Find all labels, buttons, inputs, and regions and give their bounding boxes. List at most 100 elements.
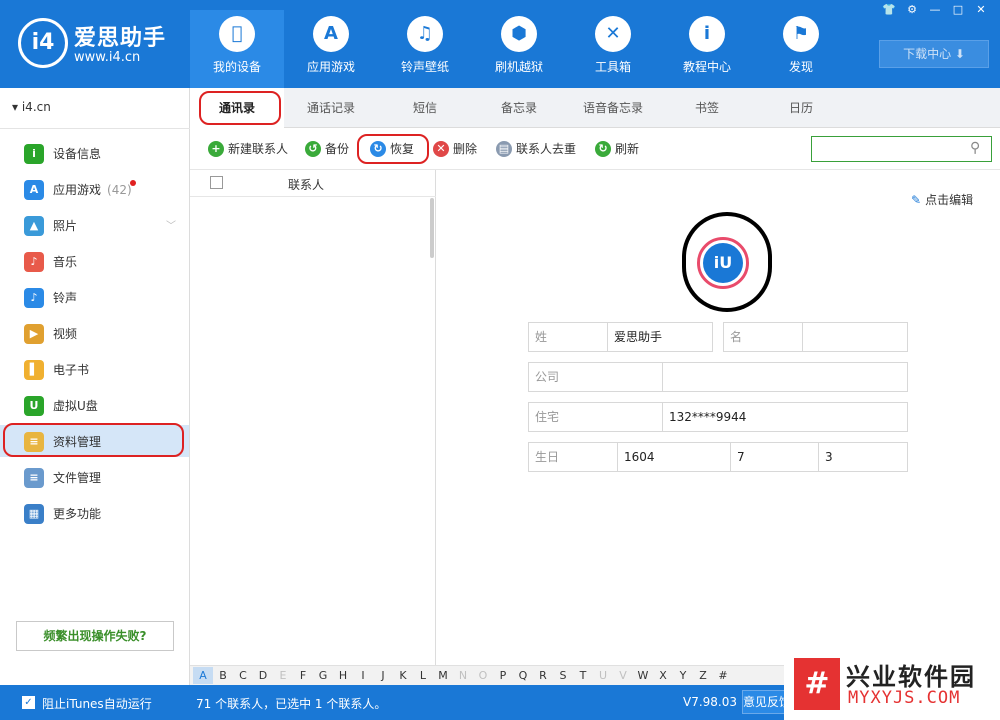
alpha-index-letter[interactable]: K bbox=[393, 669, 413, 682]
ebook-icon: ▌ bbox=[24, 360, 44, 380]
alpha-index-letter[interactable]: Q bbox=[513, 669, 533, 682]
nav-flash-jailbreak[interactable]: ⬢ 刷机越狱 bbox=[472, 10, 566, 88]
maximize-icon[interactable]: □ bbox=[948, 2, 968, 18]
sidebar-item-label: 更多功能 bbox=[53, 507, 102, 521]
nav-ringtone-wallpaper[interactable]: ♫ 铃声壁纸 bbox=[378, 10, 472, 88]
contact-list: 联系人 bbox=[190, 170, 436, 665]
tab-5[interactable]: 书签 bbox=[660, 88, 754, 128]
alpha-index-letter[interactable]: R bbox=[533, 669, 553, 682]
sidebar-item-usb[interactable]: U 虚拟U盘 bbox=[0, 389, 189, 421]
chevron-down-icon[interactable]: ﹀ bbox=[166, 217, 176, 232]
sidebar-item-video[interactable]: ▶ 视频 bbox=[0, 317, 189, 349]
tab-2[interactable]: 短信 bbox=[378, 88, 472, 128]
apps-icon: A bbox=[24, 180, 44, 200]
alpha-index-letter[interactable]: G bbox=[313, 669, 333, 682]
last-name-value: 爱思助手 bbox=[614, 330, 663, 344]
alpha-index-letter[interactable]: Z bbox=[693, 669, 713, 682]
sidebar-item-label: 电子书 bbox=[53, 363, 90, 377]
sidebar-item-music[interactable]: ♪ 音乐 bbox=[0, 245, 189, 277]
flash-jailbreak-icon: ⬢ bbox=[501, 16, 537, 52]
alpha-index-letter[interactable]: P bbox=[493, 669, 513, 682]
itunes-block-checkbox[interactable]: ✓ bbox=[22, 696, 35, 709]
alpha-index-letter[interactable]: S bbox=[553, 669, 573, 682]
sidebar-item-file-manage[interactable]: ≡ 文件管理 bbox=[0, 461, 189, 493]
alpha-index-letter[interactable]: T bbox=[573, 669, 593, 682]
alpha-index-letter[interactable]: L bbox=[413, 669, 433, 682]
toolbar-label: 刷新 bbox=[615, 142, 640, 156]
search-input[interactable]: ⚲ bbox=[811, 136, 992, 162]
sidebar-item-apps[interactable]: A 应用游戏 (42) bbox=[0, 173, 189, 205]
usb-icon: U bbox=[24, 396, 44, 416]
sidebar-item-label: 设备信息 bbox=[53, 147, 102, 161]
contact-detail: ✎ 点击编辑 iU 姓 爱思助手 名 公司 住宅 132****9944 生日 1… bbox=[437, 170, 1000, 665]
alpha-index-letter[interactable]: # bbox=[713, 669, 733, 682]
sidebar-item-photos[interactable]: ▲ 照片 ﹀ bbox=[0, 209, 189, 241]
highlight-ring-sidebar bbox=[3, 423, 184, 457]
device-selector[interactable]: ▾ i4.cn bbox=[12, 100, 51, 114]
toolbar: ⚲ + 新建联系人 ↺ 备份 ↻ 恢复 ✕ 删除 ▤ 联系人去重 ↻ 刷新 bbox=[190, 128, 1000, 170]
nav-discover[interactable]: ⚑ 发现 bbox=[754, 10, 848, 88]
alpha-index-letter[interactable]: C bbox=[233, 669, 253, 682]
refresh-button[interactable]: ↻ 刷新 bbox=[595, 140, 639, 158]
app-store-icon: A bbox=[313, 16, 349, 52]
alpha-index-letter[interactable]: A bbox=[193, 667, 213, 684]
alpha-index-letter[interactable]: H bbox=[333, 669, 353, 682]
sidebar-item-device-info[interactable]: i 设备信息 bbox=[0, 137, 189, 169]
ringtone-wallpaper-icon: ♫ bbox=[407, 16, 443, 52]
company-field[interactable]: 公司 bbox=[528, 362, 908, 392]
nav-app-store[interactable]: A 应用游戏 bbox=[284, 10, 378, 88]
list-scrollbar[interactable] bbox=[430, 198, 434, 258]
nav-toolbox[interactable]: ✕ 工具箱 bbox=[566, 10, 660, 88]
edit-button[interactable]: ✎ 点击编辑 bbox=[911, 191, 973, 208]
minimize-icon[interactable]: — bbox=[925, 2, 945, 18]
alpha-index-letter[interactable]: F bbox=[293, 669, 313, 682]
company-label: 公司 bbox=[529, 363, 663, 391]
alpha-index-letter[interactable]: I bbox=[353, 669, 373, 682]
sidebar-item-label: 应用游戏 bbox=[53, 183, 102, 197]
dedupe-button[interactable]: ▤ 联系人去重 bbox=[496, 140, 576, 158]
settings-icon[interactable]: ⚙ bbox=[902, 2, 922, 18]
sidebar-item-bell[interactable]: ♪ 铃声 bbox=[0, 281, 189, 313]
delete-button[interactable]: ✕ 删除 bbox=[433, 140, 477, 158]
alpha-index-letter[interactable]: J bbox=[373, 669, 393, 682]
first-name-field[interactable]: 名 bbox=[723, 322, 908, 352]
close-icon[interactable]: ✕ bbox=[971, 2, 991, 18]
nav-label: 我的设备 bbox=[212, 60, 261, 74]
alpha-index-letter[interactable]: B bbox=[213, 669, 233, 682]
alpha-index-letter[interactable]: Y bbox=[673, 669, 693, 682]
home-phone-field[interactable]: 住宅 132****9944 bbox=[528, 402, 908, 432]
nav-apple[interactable]:  我的设备 bbox=[190, 10, 284, 88]
selection-status: 71 个联系人，已选中 1 个联系人。 bbox=[196, 697, 387, 711]
more-icon: ▦ bbox=[24, 504, 44, 524]
last-name-field[interactable]: 姓 爱思助手 bbox=[528, 322, 713, 352]
app-logo: i4 爱思助手 www.i4.cn bbox=[18, 18, 168, 70]
home-phone-value: 132****9944 bbox=[669, 410, 747, 424]
select-all-checkbox[interactable] bbox=[210, 176, 223, 189]
tab-1[interactable]: 通话记录 bbox=[284, 88, 378, 128]
search-icon[interactable]: ⚲ bbox=[970, 140, 986, 156]
tab-6[interactable]: 日历 bbox=[754, 88, 848, 128]
add-contact-button[interactable]: + 新建联系人 bbox=[208, 140, 288, 158]
skin-icon[interactable]: 👕 bbox=[879, 2, 899, 18]
tab-4[interactable]: 语音备忘录 bbox=[566, 88, 660, 128]
alpha-index-letter: O bbox=[478, 669, 488, 682]
help-button[interactable]: 频繁出现操作失败? bbox=[16, 621, 174, 651]
alpha-index-letter[interactable]: M bbox=[433, 669, 453, 682]
nav-label: 工具箱 bbox=[594, 60, 631, 74]
sidebar: ▾ i4.cn i 设备信息 A 应用游戏 (42) ▲ 照片 ﹀ ♪ 音乐 ♪ 铃声 ▶ 视频 ▌ 电子书 U… bbox=[0, 88, 190, 685]
last-name-label: 姓 bbox=[529, 323, 608, 351]
birthday-field[interactable]: 生日 1604 7 3 bbox=[528, 442, 908, 472]
backup-button[interactable]: ↺ 备份 bbox=[305, 140, 349, 158]
alpha-index-letter[interactable]: D bbox=[253, 669, 273, 682]
alpha-index-letter[interactable]: W bbox=[633, 669, 653, 682]
birthday-month: 7 bbox=[731, 443, 819, 471]
tab-3[interactable]: 备忘录 bbox=[472, 88, 566, 128]
sidebar-item-more[interactable]: ▦ 更多功能 bbox=[0, 497, 189, 529]
nav-tutorial[interactable]: i 教程中心 bbox=[660, 10, 754, 88]
alpha-index-letter[interactable]: X bbox=[653, 669, 673, 682]
contact-avatar: iU bbox=[682, 212, 772, 312]
first-name-label: 名 bbox=[724, 323, 803, 351]
sidebar-item-ebook[interactable]: ▌ 电子书 bbox=[0, 353, 189, 385]
tab-bar: 通讯录 通话记录 短信 备忘录 语音备忘录 书签 日历 bbox=[190, 88, 1000, 128]
download-center-button[interactable]: 下载中心 ⬇ bbox=[879, 40, 989, 68]
